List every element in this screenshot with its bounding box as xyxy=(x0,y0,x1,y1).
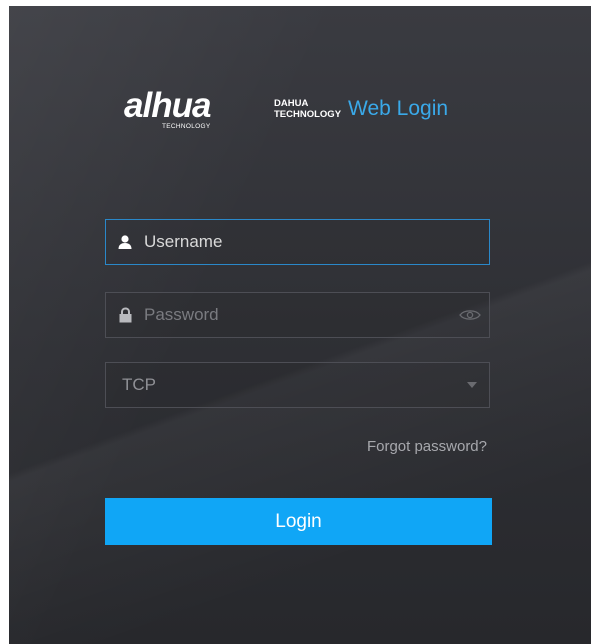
brand-wordmark: alhua xyxy=(124,86,211,125)
company-line-2: TECHNOLOGY xyxy=(274,109,342,120)
company-line-1: DAHUA xyxy=(274,98,309,109)
eye-icon[interactable] xyxy=(457,307,483,323)
username-field[interactable]: Username xyxy=(105,219,490,265)
brand-subtitle: TECHNOLOGY xyxy=(162,123,211,130)
logo: alhua TECHNOLOGY DAHUA TECHNOLOGY Web Lo… xyxy=(124,86,448,136)
user-icon xyxy=(116,233,134,251)
password-placeholder: Password xyxy=(144,305,219,324)
username-placeholder: Username xyxy=(144,232,223,251)
lock-icon xyxy=(116,306,134,324)
dahua-logo: alhua TECHNOLOGY xyxy=(124,86,264,130)
chevron-down-icon xyxy=(467,382,477,388)
company-name: DAHUA TECHNOLOGY xyxy=(274,98,341,120)
password-field[interactable]: Password xyxy=(105,292,490,338)
protocol-select[interactable]: TCP xyxy=(105,362,490,408)
login-button[interactable]: Login xyxy=(105,498,492,545)
forgot-password-link[interactable]: Forgot password? xyxy=(367,438,487,455)
protocol-value: TCP xyxy=(122,375,156,394)
page-title: Web Login xyxy=(348,97,449,120)
